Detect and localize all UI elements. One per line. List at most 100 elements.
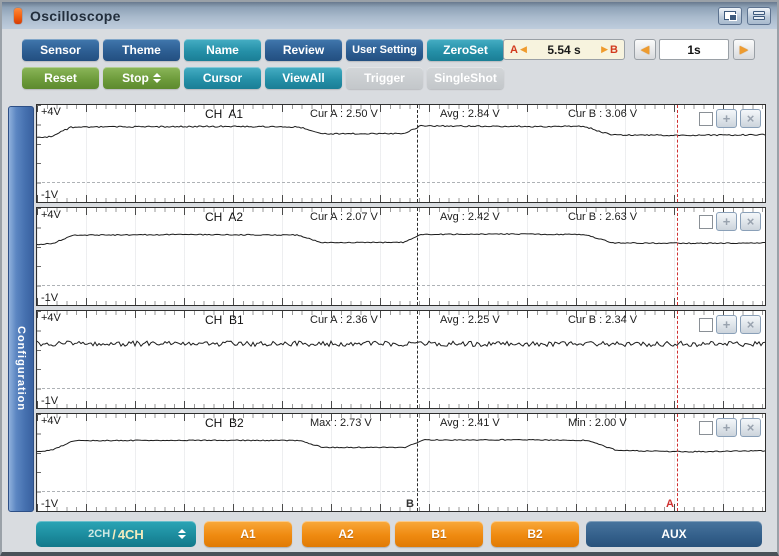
channel-mode-selector[interactable]: 2CH / 4CH: [36, 521, 196, 547]
stat-avg: Avg : 2.41 V: [440, 417, 500, 429]
review-button[interactable]: Review: [265, 39, 342, 61]
stop-button[interactable]: Stop: [103, 67, 180, 89]
channel-a2-button[interactable]: A2: [302, 521, 390, 547]
stat-min: Min : 2.00 V: [568, 417, 627, 429]
channel-panel-a2: +4V -1V CH A2 Cur A : 2.07 V Avg : 2.42 …: [36, 207, 766, 306]
waveform-ch-b1: [37, 311, 765, 408]
oscilloscope-window: Oscilloscope Sensor Theme Name Review Us…: [0, 0, 779, 556]
timebase-increase-button[interactable]: ▶: [733, 39, 755, 60]
expand-channel-button[interactable]: +: [716, 315, 737, 334]
configuration-label: Configuration: [15, 326, 27, 411]
panel-controls: + ×: [699, 315, 761, 334]
expand-channel-button[interactable]: +: [716, 418, 737, 437]
cursor-a-tag: A: [666, 498, 674, 510]
cursor-delta-value: 5.54 s: [529, 43, 599, 57]
channel-b2-button[interactable]: B2: [491, 521, 579, 547]
mode-spinner-icon: [178, 529, 186, 539]
panel-controls: + ×: [699, 418, 761, 437]
timebase-decrease-button[interactable]: ◀: [634, 39, 656, 60]
stat-cur-b: Cur B : 2.63 V: [568, 211, 637, 223]
theme-button[interactable]: Theme: [103, 39, 180, 61]
channel-name: CH B2: [205, 416, 244, 430]
expand-channel-button[interactable]: +: [716, 109, 737, 128]
cursor-a-line[interactable]: [677, 311, 678, 408]
channel-select-checkbox[interactable]: [699, 318, 713, 332]
plus-icon: +: [723, 112, 731, 125]
cursor-button[interactable]: Cursor: [184, 67, 261, 89]
bottom-bar: 2CH / 4CH A1 A2 B1 B2 AUX: [2, 516, 777, 552]
stat-avg: Avg : 2.84 V: [440, 108, 500, 120]
v-min-label: -1V: [41, 189, 58, 201]
v-min-label: -1V: [41, 498, 58, 510]
close-icon: ×: [747, 318, 755, 331]
v-min-label: -1V: [41, 292, 58, 304]
cursor-b-label: B: [610, 44, 618, 56]
title-bar: Oscilloscope: [2, 2, 777, 29]
stat-cur-b: Cur B : 3.06 V: [568, 108, 637, 120]
channel-panel-a1: +4V -1V CH A1 Cur A : 2.50 V Avg : 2.84 …: [36, 104, 766, 203]
cursor-a-line[interactable]: [677, 414, 678, 511]
channel-select-checkbox[interactable]: [699, 421, 713, 435]
close-icon: ×: [747, 112, 755, 125]
channel-select-checkbox[interactable]: [699, 215, 713, 229]
stat-cur-a: Cur A : 2.07 V: [310, 211, 378, 223]
cursor-b-arrow-icon: ▶: [601, 44, 608, 55]
cursor-b-line[interactable]: [417, 105, 418, 202]
cursor-a-line[interactable]: [677, 208, 678, 305]
reset-button[interactable]: Reset: [22, 67, 99, 89]
window-shade-icon: [753, 11, 765, 20]
channel-name: CH A1: [205, 107, 243, 121]
channel-a1-button[interactable]: A1: [204, 521, 292, 547]
v-min-label: -1V: [41, 395, 58, 407]
aux-button[interactable]: AUX: [586, 521, 762, 547]
zeroset-button[interactable]: ZeroSet: [427, 39, 504, 61]
v-max-label: +4V: [41, 209, 61, 221]
window-shade-button[interactable]: [747, 7, 771, 25]
window-title: Oscilloscope: [30, 8, 121, 24]
user-setting-button[interactable]: User Setting: [346, 39, 423, 61]
cursor-b-line[interactable]: [417, 311, 418, 408]
cursor-b-line[interactable]: [417, 208, 418, 305]
configuration-sidebar-tab[interactable]: Configuration: [8, 106, 34, 512]
close-channel-button[interactable]: ×: [740, 418, 761, 437]
toolbar: Sensor Theme Name Review User Setting Ze…: [2, 29, 777, 102]
run-stop-spinner-icon: [153, 73, 161, 83]
v-max-label: +4V: [41, 415, 61, 427]
trigger-button[interactable]: Trigger: [346, 67, 423, 89]
cursor-b-line[interactable]: [417, 414, 418, 511]
viewall-button[interactable]: ViewAll: [265, 67, 342, 89]
restore-window-icon: [724, 11, 736, 20]
close-icon: ×: [747, 215, 755, 228]
channel-name: CH A2: [205, 210, 243, 224]
singleshot-button[interactable]: SingleShot: [427, 67, 504, 89]
panel-controls: + ×: [699, 212, 761, 231]
restore-window-button[interactable]: [718, 7, 742, 25]
channel-b1-button[interactable]: B1: [395, 521, 483, 547]
window-controls: [718, 7, 771, 25]
plus-icon: +: [723, 421, 731, 434]
cursor-b-tag: B: [406, 498, 414, 510]
v-max-label: +4V: [41, 106, 61, 118]
expand-channel-button[interactable]: +: [716, 212, 737, 231]
right-arrow-icon: ▶: [740, 43, 748, 56]
plus-icon: +: [723, 318, 731, 331]
app-icon: [14, 8, 22, 24]
channel-panel-b1: +4V -1V CH B1 Cur A : 2.36 V Avg : 2.25 …: [36, 310, 766, 409]
v-max-label: +4V: [41, 312, 61, 324]
close-channel-button[interactable]: ×: [740, 109, 761, 128]
channel-select-checkbox[interactable]: [699, 112, 713, 126]
stat-cur-a: Cur A : 2.50 V: [310, 108, 378, 120]
stat-avg: Avg : 2.42 V: [440, 211, 500, 223]
cursor-a-line[interactable]: [677, 105, 678, 202]
panel-controls: + ×: [699, 109, 761, 128]
stat-avg: Avg : 2.25 V: [440, 314, 500, 326]
stat-cur-b: Cur B : 2.34 V: [568, 314, 637, 326]
sensor-button[interactable]: Sensor: [22, 39, 99, 61]
waveform-ch-a2: [37, 208, 765, 305]
channel-stack: +4V -1V CH A1 Cur A : 2.50 V Avg : 2.84 …: [36, 104, 766, 516]
close-icon: ×: [747, 421, 755, 434]
close-channel-button[interactable]: ×: [740, 315, 761, 334]
close-channel-button[interactable]: ×: [740, 212, 761, 231]
name-button[interactable]: Name: [184, 39, 261, 61]
left-arrow-icon: ◀: [641, 43, 649, 56]
